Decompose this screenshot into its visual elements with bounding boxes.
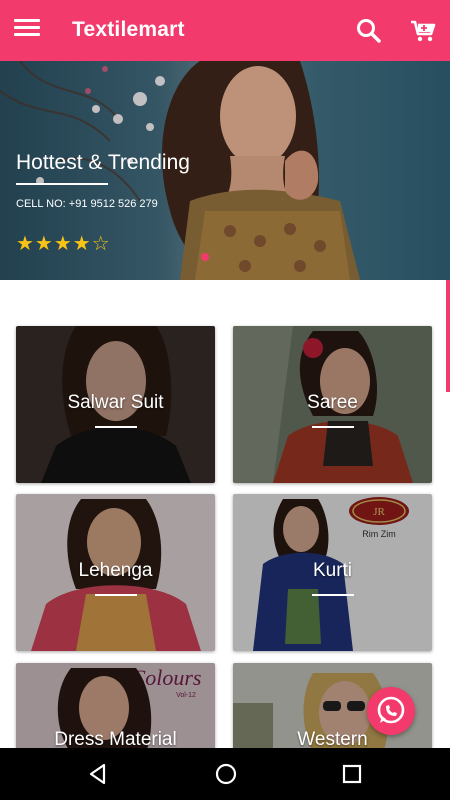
category-card-saree[interactable]: Saree — [233, 326, 432, 483]
recents-icon[interactable] — [340, 762, 364, 786]
cart-icon[interactable] — [410, 19, 436, 43]
system-nav-bar — [0, 748, 450, 800]
category-underline — [311, 594, 354, 596]
hero-banner[interactable]: Hottest & Trending CELL NO: +91 9512 526… — [0, 61, 450, 280]
scroll-edge-indicator — [446, 280, 450, 392]
category-card-kurti[interactable]: JR Rim Zim Kurti — [233, 494, 432, 651]
menu-icon[interactable] — [14, 19, 40, 41]
category-underline — [94, 426, 137, 428]
category-card-dress-material[interactable]: Colours Vol-12 Dress Material — [16, 663, 215, 753]
whatsapp-icon — [377, 696, 405, 724]
app-title: Textilemart — [72, 18, 185, 41]
category-underline — [311, 426, 354, 428]
category-label: Saree — [307, 392, 358, 413]
category-underline — [94, 594, 137, 596]
banner-divider — [16, 183, 108, 185]
rating-stars: ★★★★☆ — [16, 233, 111, 255]
category-label: Salwar Suit — [67, 392, 164, 413]
search-icon[interactable] — [356, 18, 382, 44]
whatsapp-button[interactable] — [367, 687, 415, 735]
category-card-lehenga[interactable]: Lehenga — [16, 494, 215, 651]
banner-title: Hottest & Trending — [16, 151, 190, 174]
category-label: Lehenga — [78, 560, 153, 581]
slider-indicator-dot[interactable] — [201, 253, 209, 261]
category-label: Kurti — [312, 560, 353, 581]
home-icon[interactable] — [214, 762, 238, 786]
banner-phone: CELL NO: +91 9512 526 279 — [16, 198, 158, 210]
category-card-salwar-suit[interactable]: Salwar Suit — [16, 326, 215, 483]
app-bar: Textilemart — [0, 0, 450, 61]
back-icon[interactable] — [86, 762, 110, 786]
